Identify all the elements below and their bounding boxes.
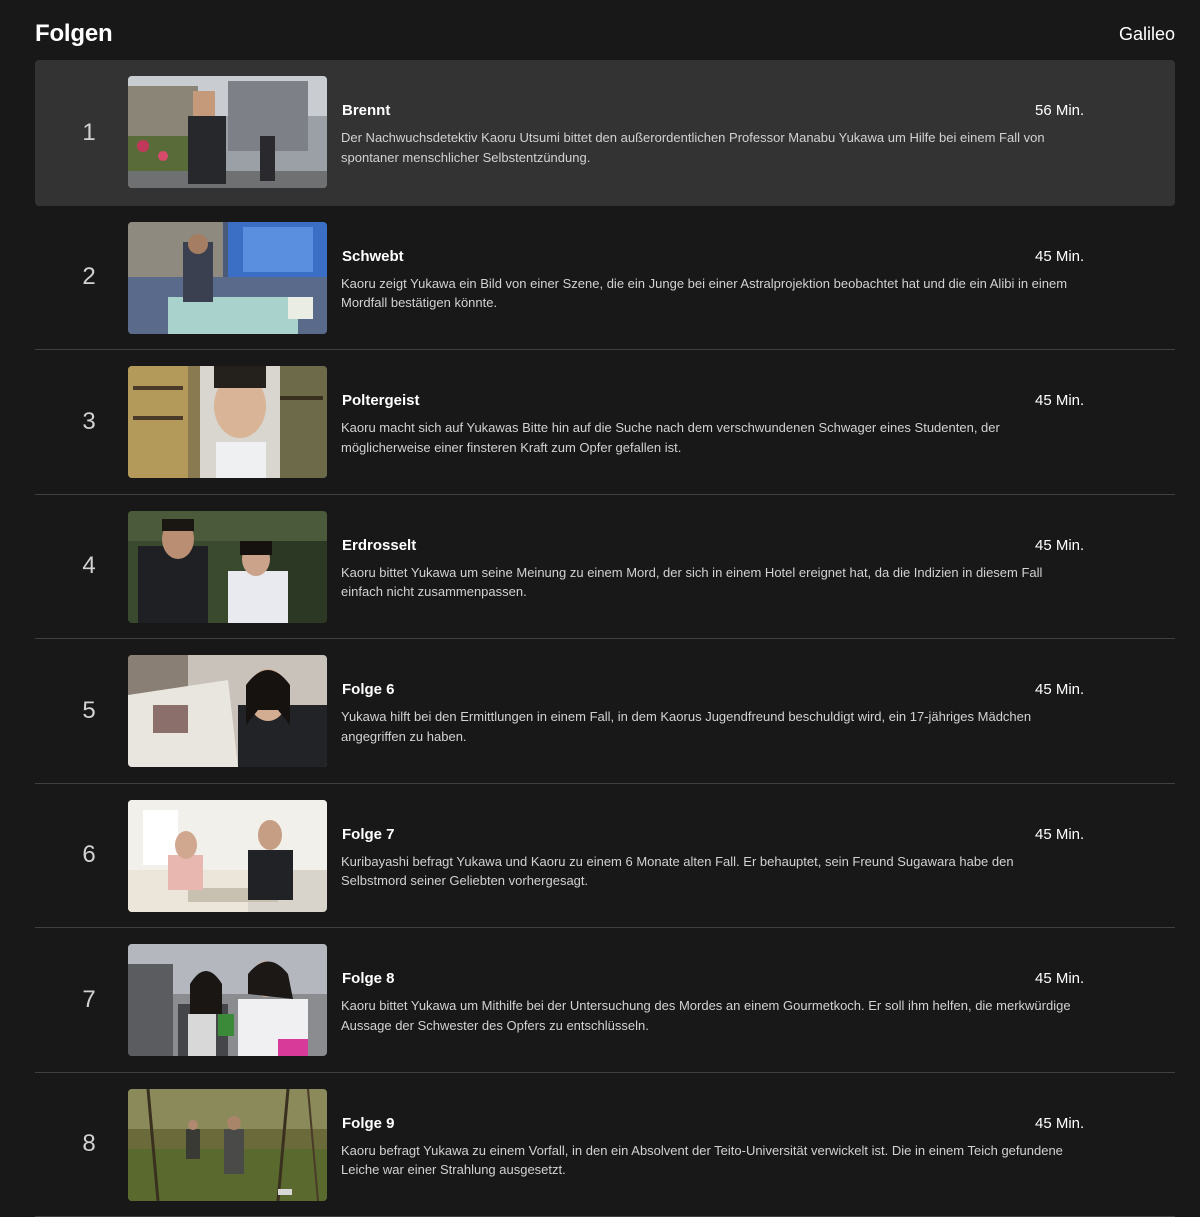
episode-duration: 45 Min. (1035, 1115, 1095, 1132)
episode-number: 5 (35, 639, 143, 783)
episode-number: 1 (35, 60, 143, 206)
episode-duration: 45 Min. (1035, 970, 1095, 987)
episode-duration: 45 Min. (1035, 392, 1095, 409)
episode-number: 8 (35, 1073, 143, 1217)
episode-thumbnail[interactable] (128, 655, 327, 767)
episode-description: Kaoru macht sich auf Yukawas Bitte hin a… (341, 418, 1081, 457)
episode-thumbnail[interactable] (128, 366, 327, 478)
episode-description: Kuribayashi befragt Yukawa und Kaoru zu … (341, 852, 1081, 891)
episode-item-5[interactable]: 5 Folge 6 45 Min. Yukawa hilft bei den E… (35, 639, 1175, 784)
episode-description: Kaoru bittet Yukawa um seine Meinung zu … (341, 563, 1081, 602)
episode-description: Kaoru zeigt Yukawa ein Bild von einer Sz… (341, 274, 1081, 313)
episode-description: Yukawa hilft bei den Ermittlungen in ein… (341, 707, 1081, 746)
episode-number: 7 (35, 928, 143, 1072)
episode-number: 4 (35, 495, 143, 639)
episode-title: Folge 8 (342, 970, 395, 987)
episode-number: 2 (35, 206, 143, 350)
episode-item-7[interactable]: 7 Folge 8 45 Min. Kaoru bittet Yukawa um… (35, 928, 1175, 1073)
episode-duration: 45 Min. (1035, 681, 1095, 698)
episode-item-3[interactable]: 3 Poltergeist 45 Min. Kaoru macht sich a… (35, 350, 1175, 495)
episode-title: Brennt (342, 102, 390, 119)
episode-thumbnail[interactable] (128, 222, 327, 334)
episode-description: Kaoru befragt Yukawa zu einem Vorfall, i… (341, 1141, 1081, 1180)
episode-title: Erdrosselt (342, 537, 416, 554)
episode-thumbnail[interactable] (128, 1089, 327, 1201)
episode-title: Poltergeist (342, 392, 420, 409)
episodes-header: Folgen Galileo (35, 14, 1175, 54)
episode-item-1[interactable]: 1 Brennt 56 Min. Der Nachwuchsdetektiv K… (35, 60, 1175, 206)
episode-thumbnail[interactable] (128, 800, 327, 912)
page-title: Folgen (35, 20, 112, 48)
episode-thumbnail[interactable] (128, 76, 327, 188)
episode-number: 6 (35, 784, 143, 928)
episode-duration: 45 Min. (1035, 826, 1095, 843)
episode-item-8[interactable]: 8 Folge 9 45 Min. Kaoru befragt Yukawa z… (35, 1073, 1175, 1217)
episode-list: 1 Brennt 56 Min. Der Nachwuchsdetektiv K… (35, 60, 1175, 1217)
episode-item-4[interactable]: 4 Erdrosselt 45 Min. Kaoru bittet Yukawa… (35, 495, 1175, 640)
episode-thumbnail[interactable] (128, 944, 327, 1056)
show-name: Galileo (1119, 24, 1175, 45)
episode-thumbnail[interactable] (128, 511, 327, 623)
episode-description: Kaoru bittet Yukawa um Mithilfe bei der … (341, 996, 1081, 1035)
episode-duration: 45 Min. (1035, 537, 1095, 554)
episode-title: Folge 9 (342, 1115, 395, 1132)
episode-title: Folge 7 (342, 826, 395, 843)
episode-item-2[interactable]: 2 Schwebt 45 Min. Kaoru zeigt Yukawa ein… (35, 206, 1175, 351)
episode-item-6[interactable]: 6 Folge 7 45 Min. Kuribayashi befragt Yu… (35, 784, 1175, 929)
episode-number: 3 (35, 350, 143, 494)
episode-title: Folge 6 (342, 681, 395, 698)
episode-description: Der Nachwuchsdetektiv Kaoru Utsumi bitte… (341, 128, 1081, 167)
episode-duration: 56 Min. (1035, 102, 1095, 119)
episode-duration: 45 Min. (1035, 248, 1095, 265)
episode-title: Schwebt (342, 248, 404, 265)
